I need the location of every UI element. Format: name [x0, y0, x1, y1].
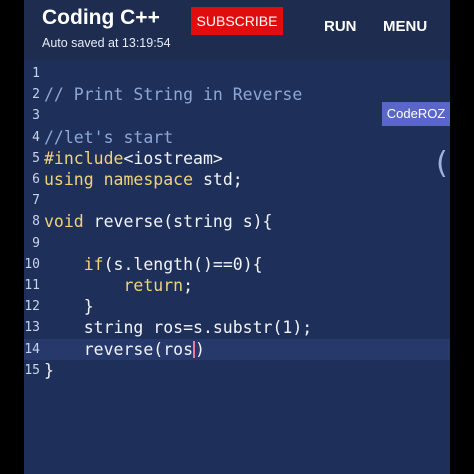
code-text: //let's start — [44, 127, 173, 148]
code-text: reverse(ros) — [44, 339, 205, 360]
line-number: 1 — [32, 66, 40, 81]
code-text: void reverse(string s){ — [44, 211, 273, 232]
code-line[interactable]: 6 using namespace std; — [24, 169, 450, 190]
code-line[interactable]: 1 — [24, 63, 450, 84]
line-number: 12 — [24, 299, 40, 315]
line-number: 2 — [32, 87, 40, 103]
code-keyword: if — [83, 254, 104, 274]
app-screen: Coding C++ Auto saved at 13:19:54 SUBSCR… — [24, 0, 450, 474]
code-token: ) — [195, 339, 205, 359]
menu-button[interactable]: MENU — [383, 18, 427, 35]
code-line[interactable]: 9 — [24, 233, 450, 254]
line-number: 15 — [24, 362, 40, 378]
code-token: } — [44, 297, 94, 317]
app-title: Coding C++ — [42, 6, 160, 29]
code-line[interactable]: 10 if(s.length()==0){ — [24, 254, 450, 275]
line-number: 5 — [32, 150, 40, 166]
code-line[interactable]: 8 void reverse(string s){ — [24, 211, 450, 232]
code-line[interactable]: 5 #include<iostream> — [24, 148, 450, 169]
code-line[interactable]: 7 — [24, 190, 450, 211]
code-token: <iostream> — [123, 148, 223, 168]
code-text: // Print String in Reverse — [44, 84, 302, 105]
code-text: return; — [44, 275, 193, 296]
code-text: if(s.length()==0){ — [44, 254, 263, 275]
code-line[interactable]: 12 } — [24, 296, 450, 317]
channel-watermark: CodeROZ — [382, 102, 450, 126]
code-line[interactable]: 13 string ros=s.substr(1); — [24, 317, 450, 338]
line-number: 11 — [24, 278, 40, 293]
run-button[interactable]: RUN — [324, 18, 357, 35]
subscribe-button[interactable]: SUBSCRIBE — [191, 7, 283, 35]
code-text: using namespace std; — [44, 169, 243, 190]
code-line[interactable]: 15} — [24, 360, 450, 381]
code-keyword: return — [123, 276, 184, 295]
code-token: reverse(ros — [44, 339, 194, 359]
code-token: (s.length()==0){ — [103, 254, 263, 274]
autosave-status: Auto saved at 13:19:54 — [42, 36, 171, 50]
code-comment: //let's start — [44, 127, 174, 147]
line-number: 6 — [32, 172, 40, 187]
code-token: } — [44, 360, 54, 380]
code-line[interactable]: 4//let's start — [24, 127, 450, 148]
app-bar: Coding C++ Auto saved at 13:19:54 SUBSCR… — [24, 0, 450, 60]
code-keyword: #include — [44, 148, 124, 168]
code-keyword: namespace — [103, 170, 194, 189]
line-number: 14 — [24, 341, 40, 357]
code-token: std; — [193, 170, 243, 189]
line-number: 9 — [32, 235, 40, 251]
line-number: 8 — [32, 214, 40, 230]
code-text: } — [44, 296, 94, 317]
line-number: 7 — [32, 193, 40, 209]
line-number: 10 — [24, 256, 40, 272]
code-text: #include<iostream> — [44, 148, 223, 169]
code-text: string ros=s.substr(1); — [44, 317, 312, 338]
code-line[interactable]: 11 return; — [24, 275, 450, 296]
code-token: string ros=s.substr(1); — [44, 318, 313, 338]
line-number: 4 — [32, 129, 40, 145]
code-comment: // Print String in Reverse — [44, 85, 303, 105]
line-number: 3 — [32, 108, 40, 124]
code-token: ; — [183, 276, 194, 295]
code-keyword: void — [44, 212, 84, 232]
code-token: reverse(string s){ — [83, 212, 273, 232]
edge-paren-glyph: ( — [436, 146, 448, 181]
code-text: } — [44, 360, 54, 381]
line-number: 13 — [24, 320, 40, 336]
code-line[interactable]: 14 reverse(ros) — [24, 338, 450, 360]
code-keyword: using — [44, 170, 94, 189]
